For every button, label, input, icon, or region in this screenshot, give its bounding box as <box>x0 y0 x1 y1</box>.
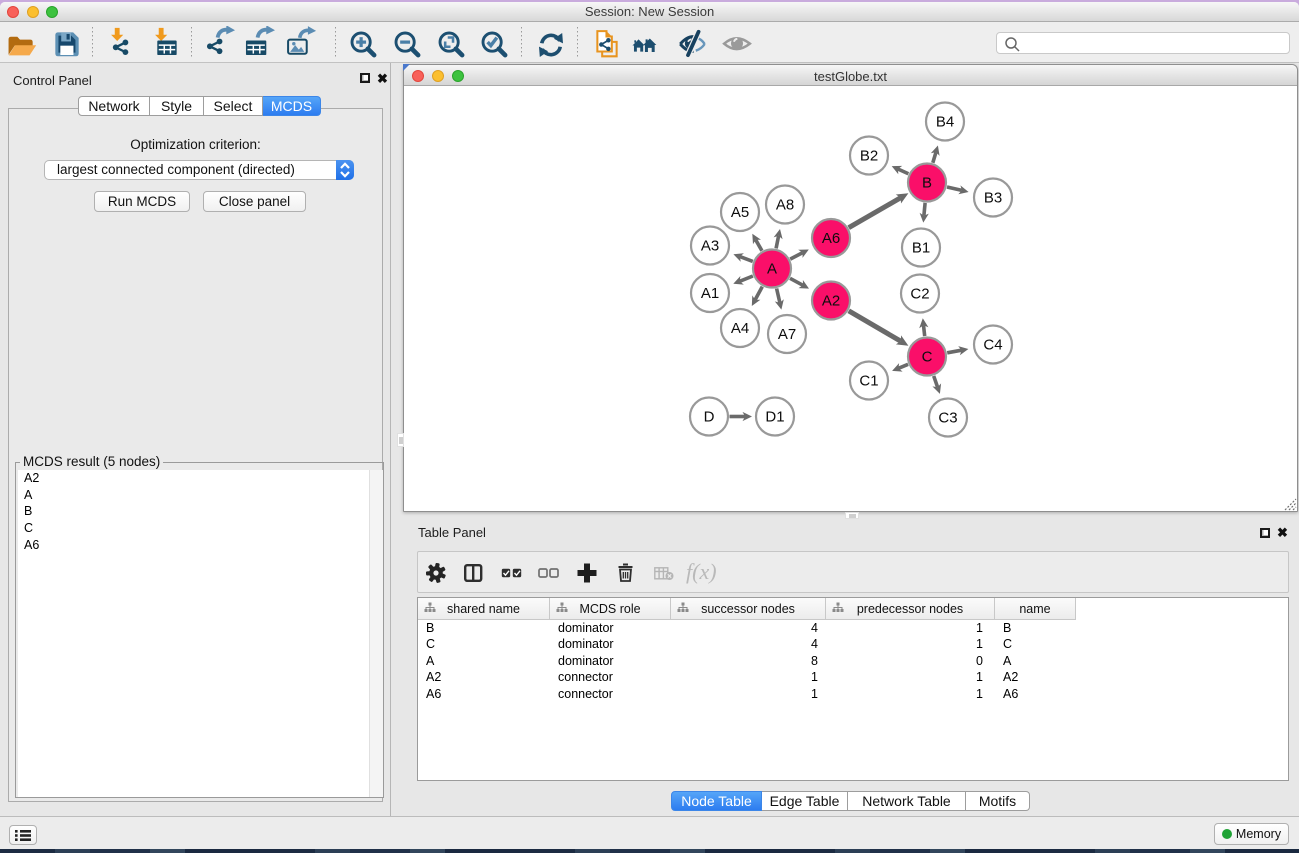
svg-text:A2: A2 <box>822 293 840 310</box>
svg-text:A4: A4 <box>731 320 749 337</box>
svg-text:C2: C2 <box>910 286 929 303</box>
svg-text:C1: C1 <box>859 373 878 390</box>
svg-text:A3: A3 <box>701 238 719 255</box>
svg-text:A7: A7 <box>778 326 796 343</box>
svg-text:C4: C4 <box>983 337 1002 354</box>
svg-text:B4: B4 <box>936 114 954 131</box>
svg-text:C: C <box>922 349 933 366</box>
svg-text:D: D <box>704 409 715 426</box>
svg-text:B3: B3 <box>984 190 1002 207</box>
svg-text:C3: C3 <box>938 410 957 427</box>
svg-text:B2: B2 <box>860 148 878 165</box>
svg-text:A6: A6 <box>822 230 840 247</box>
svg-text:D1: D1 <box>765 409 784 426</box>
svg-text:A5: A5 <box>731 204 749 221</box>
svg-text:B1: B1 <box>912 240 930 257</box>
svg-text:B: B <box>922 175 932 192</box>
svg-text:A: A <box>767 261 777 278</box>
svg-text:A1: A1 <box>701 285 719 302</box>
svg-text:A8: A8 <box>776 197 794 214</box>
